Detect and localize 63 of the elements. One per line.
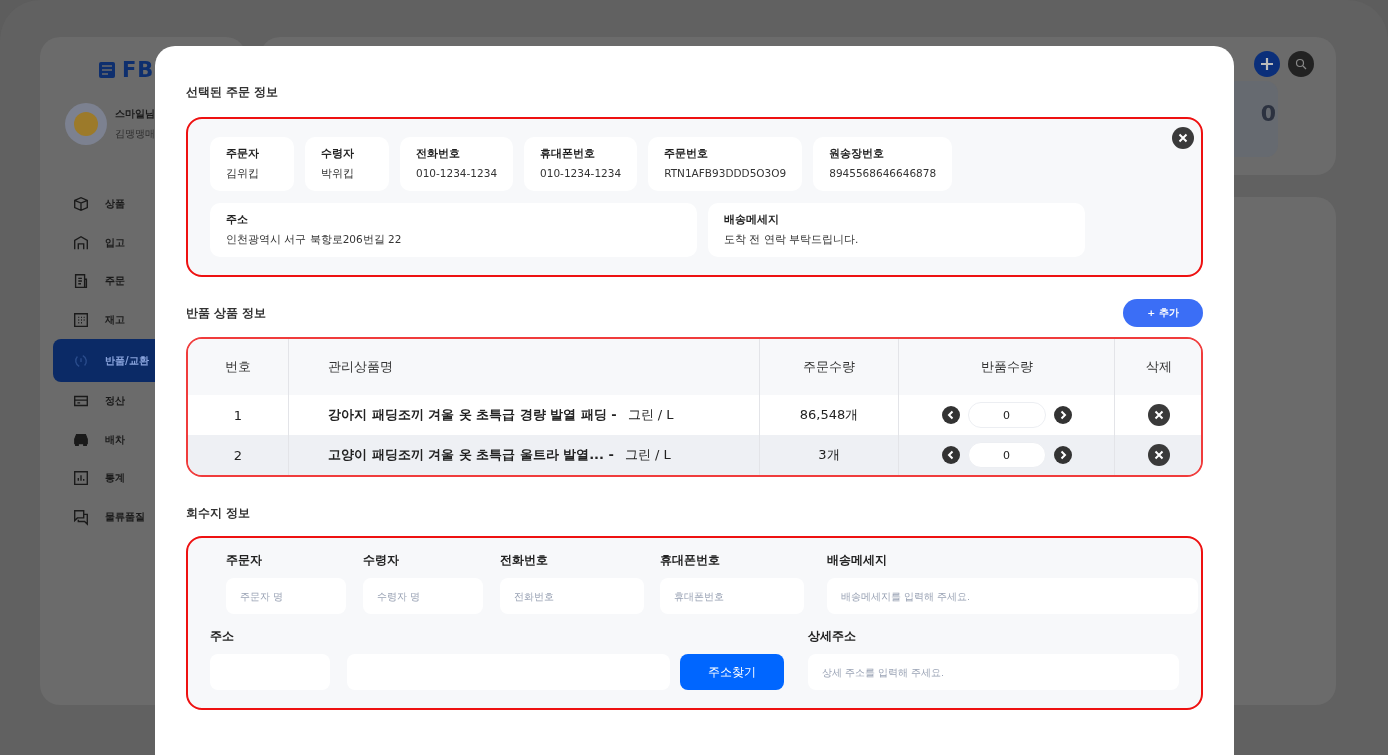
field-label: 상세주소 (808, 628, 857, 645)
avatar-icon (65, 103, 107, 145)
delete-icon[interactable] (1148, 444, 1170, 466)
input-field[interactable]: 휴대폰번호 (660, 578, 804, 614)
address-search-button[interactable]: 주소찾기 (680, 654, 784, 690)
plus-icon (1260, 57, 1274, 71)
quantity-field[interactable]: 0 (967, 442, 1046, 468)
product-option: 그린 / L (624, 446, 671, 464)
product-name: 고양이 패딩조끼 겨울 옷 초특급 울트라 발열... - (328, 446, 614, 464)
chat-icon (72, 507, 90, 526)
section-title: 반품 상품 정보 (186, 304, 267, 322)
info-label: 수령자 (321, 147, 355, 161)
section-title: 선택된 주문 정보 (186, 84, 280, 101)
input-field[interactable]: 배송메세지를 입력해 주세요. (827, 578, 1198, 614)
add-button[interactable]: + 추가 (1123, 299, 1203, 327)
table-cell: 2 (188, 435, 289, 475)
info-value: 010-1234-1234 (416, 167, 498, 179)
search-icon (1295, 58, 1307, 70)
field-label: 수령자 (363, 552, 400, 569)
info-label: 전화번호 (416, 147, 461, 161)
logo-icon (98, 61, 116, 79)
field-label: 주문자 (226, 552, 263, 569)
input-field[interactable]: 상세 주소를 입력해 주세요. (808, 654, 1179, 690)
info-value: RTN1AFB93DDD5O3O9 (664, 167, 787, 179)
table-cell: 3개 (760, 435, 899, 475)
info-label: 휴대폰번호 (540, 147, 597, 161)
input-field[interactable]: 주문자 명 (226, 578, 346, 614)
logo-text: FB (122, 58, 155, 82)
warehouse-icon (72, 233, 90, 252)
info-label: 원송장번호 (829, 147, 886, 161)
summary-value: 0 (1260, 101, 1276, 126)
close-icon[interactable] (1172, 127, 1194, 149)
column-header: 삭제 (1145, 358, 1173, 376)
info-label: 주문번호 (664, 147, 710, 161)
info-value: 010-1234-1234 (540, 167, 622, 179)
info-label: 주소 (226, 213, 249, 227)
info-value: 김위킵 (226, 167, 260, 181)
field-label: 배송메세지 (827, 552, 888, 569)
box-icon (72, 195, 90, 214)
profile-name: 스마일님 (115, 107, 155, 121)
bar-chart-icon (72, 469, 90, 488)
input-field[interactable]: 전화번호 (500, 578, 644, 614)
info-value: 박위킵 (321, 167, 355, 181)
table-row[interactable]: 1 강아지 패딩조끼 겨울 옷 초특급 경량 발열 패딩 - 그린 / L 86,548개 0 (188, 395, 1201, 435)
info-value: 8945568646646878 (829, 167, 937, 179)
product-name: 강아지 패딩조끼 겨울 옷 초특급 경량 발열 패딩 - (328, 406, 617, 424)
info-value: 도착 전 연락 부탁드립니다. (724, 233, 860, 247)
input-field[interactable]: 수령자 명 (363, 578, 483, 614)
document-icon (72, 272, 90, 291)
info-value: 인천광역시 서구 북항로206번길 22 (226, 233, 403, 247)
add-button[interactable] (1254, 51, 1280, 77)
field-label: 휴대폰번호 (660, 552, 721, 569)
product-option: 그린 / L (627, 406, 674, 424)
info-label: 배송메세지 (724, 213, 780, 227)
section-title: 회수지 정보 (186, 505, 251, 522)
quantity-field[interactable]: 0 (967, 402, 1046, 428)
field-label: 전화번호 (500, 552, 549, 569)
search-button[interactable] (1288, 51, 1314, 77)
delete-icon[interactable] (1148, 404, 1170, 426)
table-row[interactable]: 2 고양이 패딩조끼 겨울 옷 초특급 울트라 발열... - 그린 / L 3개 0 (188, 435, 1201, 475)
grid-icon (72, 310, 90, 329)
field-label: 주소 (210, 628, 235, 645)
info-label: 주문자 (226, 147, 260, 161)
